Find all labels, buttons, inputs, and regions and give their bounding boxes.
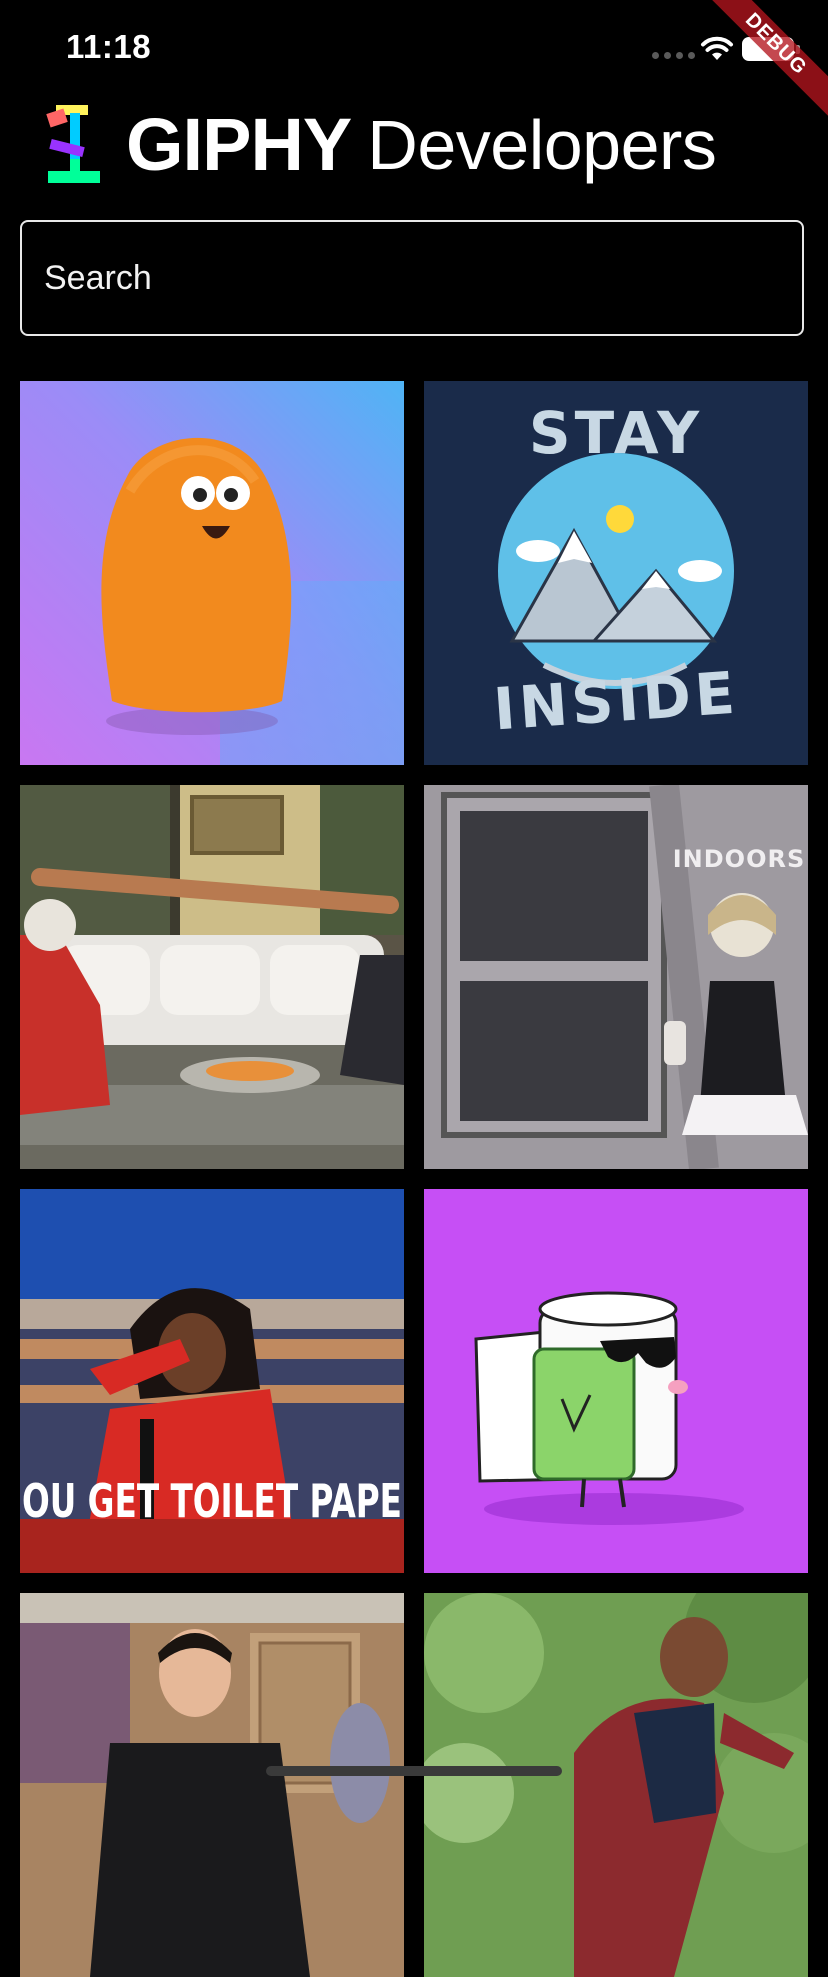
cellular-signal-icon [652,52,695,59]
gif-tile-clothing-store[interactable] [20,1593,404,1977]
stay-inside-image: STAY INSIDE [424,381,808,765]
dancing-man-image [424,1593,808,1977]
oprah-image: OU GET TOILET PAPE [20,1189,404,1573]
gif-tile-indoors[interactable]: INDOORS [424,785,808,1169]
toilet-paper-image [424,1189,808,1573]
gif-tile-couch-stretch[interactable] [20,785,404,1169]
search-input[interactable] [44,222,784,334]
oprah-caption-text: OU GET TOILET PAPE [22,1474,402,1528]
wifi-icon [701,36,733,60]
brand-name: GIPHY [126,103,352,186]
orange-blob-image [20,381,404,765]
gif-tile-toilet-paper[interactable] [424,1189,808,1573]
giphy-developers-logo-icon [46,105,100,183]
clothing-store-image [20,1593,404,1977]
brand-subtitle: Developers [367,106,717,184]
search-box[interactable] [20,220,804,336]
status-time: 11:18 [66,28,152,65]
home-indicator [266,1766,562,1776]
gif-tile-orange-blob[interactable] [20,381,404,765]
indoors-text: INDOORS [673,845,806,873]
indoors-image: INDOORS [424,785,808,1169]
couch-stretch-image [20,785,404,1169]
status-bar: 11:18 DEBUG [0,0,828,132]
gif-tile-stay-inside[interactable]: STAY INSIDE [424,381,808,765]
app-header: GIPHY Developers [44,100,804,190]
gif-tile-oprah[interactable]: OU GET TOILET PAPE [20,1189,404,1573]
gif-tile-dancing-man[interactable] [424,1593,808,1977]
gif-grid: STAY INSIDE INDOORS OU GET TOILET PAPE [20,381,808,1977]
